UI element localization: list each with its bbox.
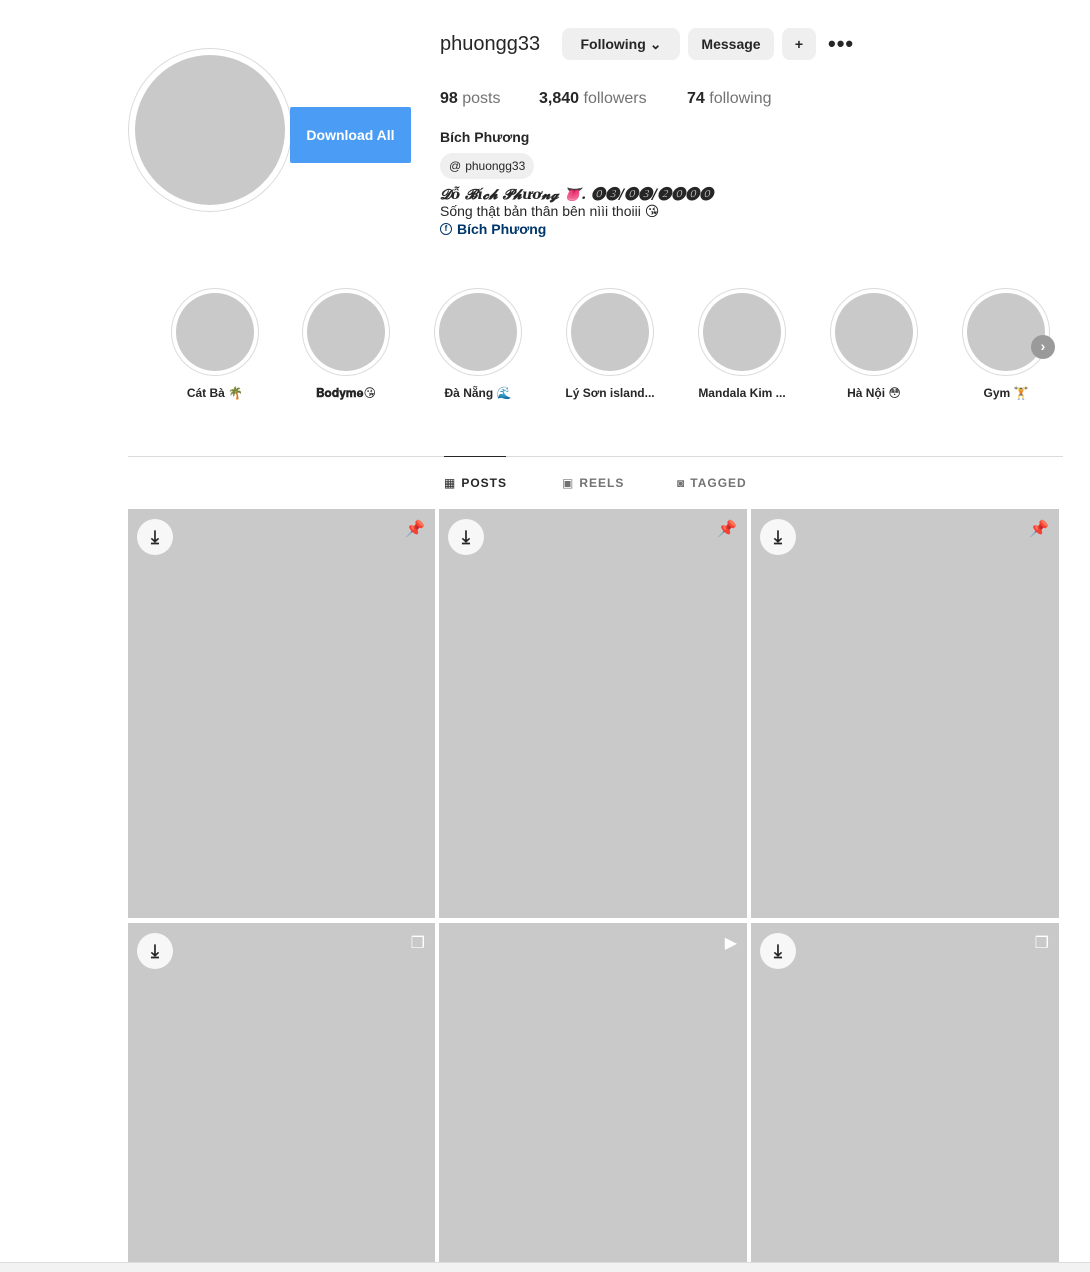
more-options-icon[interactable]: •••	[828, 33, 854, 55]
threads-badge[interactable]: @ phuongg33	[440, 153, 535, 179]
post-tile[interactable]: ▶	[439, 923, 747, 1262]
posts-count: 98 posts	[440, 90, 501, 107]
tab-tagged[interactable]: ◙ TAGGED	[677, 476, 747, 490]
message-button[interactable]: Message	[688, 28, 774, 60]
highlight-label: 𝐁𝐨𝐝𝐲𝐦𝐞😘	[315, 386, 377, 400]
tab-posts-label: POSTS	[461, 476, 508, 490]
facebook-icon: f	[440, 223, 452, 235]
tab-posts[interactable]: ▦ POSTS	[444, 476, 507, 490]
post-tile[interactable]: ⤓ ❐	[751, 923, 1059, 1262]
following-button[interactable]: Following ⌄	[562, 28, 680, 60]
post-tile[interactable]: ⤓ 📌	[128, 509, 435, 918]
highlight-item[interactable]: Đà Nẵng 🌊	[418, 288, 538, 400]
bio-line-2: Sống thật bản thân bên nììi thoiii 😘	[440, 203, 660, 219]
highlight-item[interactable]: 𝐁𝐨𝐝𝐲𝐦𝐞😘	[286, 288, 406, 401]
highlight-thumbnail	[835, 293, 913, 371]
highlight-thumbnail	[571, 293, 649, 371]
tab-reels-label: REELS	[579, 476, 625, 490]
tab-tagged-label: TAGGED	[690, 476, 747, 490]
threads-icon: @	[449, 159, 462, 173]
highlight-label: Cát Bà 🌴	[186, 386, 244, 400]
highlight-thumbnail	[439, 293, 517, 371]
highlight-thumbnail	[176, 293, 254, 371]
highlight-thumbnail	[703, 293, 781, 371]
full-name: Bích Phương	[440, 129, 530, 145]
highlight-label: Mandala Kim ...	[698, 386, 786, 400]
download-all-button[interactable]: Download All	[290, 107, 411, 163]
bio-link-label: Bích Phương	[457, 221, 547, 237]
pin-icon: 📌	[405, 521, 425, 538]
post-tile[interactable]: ⤓ ❐	[128, 923, 435, 1262]
highlight-thumbnail	[307, 293, 385, 371]
tagged-icon: ◙	[677, 476, 686, 490]
reel-icon: ▶	[724, 935, 737, 952]
reels-icon: ▣	[562, 476, 575, 490]
bio-facebook-link[interactable]: f Bích Phương	[440, 221, 546, 237]
tabs-divider	[128, 456, 1063, 457]
carousel-icon: ❐	[410, 935, 425, 952]
chevron-right-icon[interactable]: ›	[1031, 335, 1055, 359]
active-tab-indicator	[444, 456, 506, 457]
profile-username: phuongg33	[440, 33, 541, 55]
following-count[interactable]: 74 following	[687, 90, 772, 108]
tab-reels[interactable]: ▣ REELS	[562, 476, 624, 490]
highlight-item[interactable]: Cát Bà 🌴	[155, 288, 275, 400]
download-icon[interactable]: ⤓	[137, 519, 173, 555]
download-icon[interactable]: ⤓	[448, 519, 484, 555]
highlight-label: Đà Nẵng 🌊	[444, 386, 512, 400]
chevron-down-icon: ⌄	[649, 35, 662, 52]
download-icon[interactable]: ⤓	[760, 519, 796, 555]
bio-line-1: 𝓓ỗ 𝓑í𝓬𝓱 𝓟𝓱ươ𝓷𝓰 👅. ⓿❸/⓿❸/❷⓿⓿⓿	[440, 187, 714, 203]
post-tile[interactable]: ⤓ 📌	[751, 509, 1059, 918]
download-icon[interactable]: ⤓	[760, 933, 796, 969]
highlight-item[interactable]: Lý Sơn island...	[550, 288, 670, 400]
highlight-label: Hà Nội 😳	[847, 386, 901, 400]
pin-icon: 📌	[1029, 521, 1049, 538]
post-tile[interactable]: ⤓ 📌	[439, 509, 747, 918]
highlight-item[interactable]: Mandala Kim ...	[682, 288, 802, 400]
highlight-label: Gym 🏋	[983, 386, 1029, 400]
followers-count[interactable]: 3,840 followers	[539, 90, 647, 108]
download-icon[interactable]: ⤓	[137, 933, 173, 969]
following-label: Following	[580, 36, 646, 52]
highlight-label: Lý Sơn island...	[565, 386, 655, 400]
avatar[interactable]	[135, 55, 285, 205]
grid-icon: ▦	[444, 476, 457, 490]
highlight-item[interactable]: Hà Nội 😳	[814, 288, 934, 400]
threads-handle: phuongg33	[465, 159, 526, 173]
suggest-user-icon[interactable]: +	[782, 28, 816, 60]
pin-icon: 📌	[717, 521, 737, 538]
carousel-icon: ❐	[1034, 935, 1049, 952]
highlight-thumbnail	[967, 293, 1045, 371]
